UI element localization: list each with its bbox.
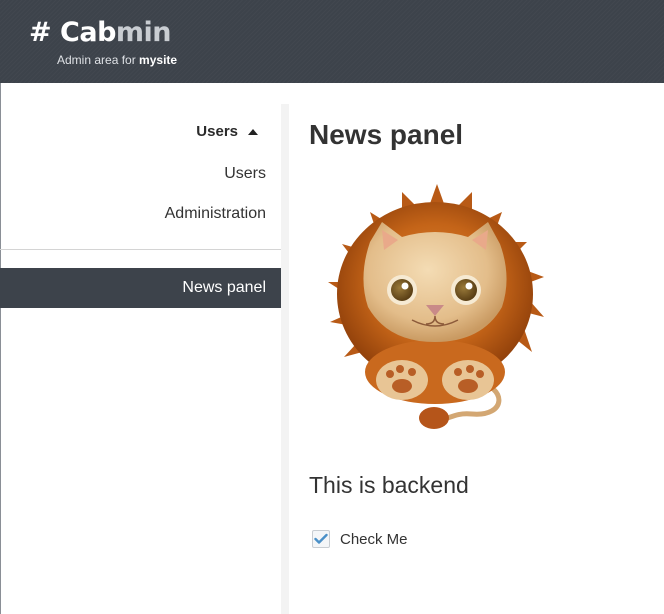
check-me-row: Check Me (312, 530, 408, 548)
sidebar-group-label: Users (196, 123, 238, 140)
top-header: # Cabmin Admin area for mysite (0, 0, 664, 83)
sidebar-item-label: News panel (182, 279, 266, 296)
sidebar-shadow (281, 104, 289, 614)
sidebar-item-users[interactable]: Users (224, 165, 266, 183)
brand-name-part2: min (115, 17, 172, 48)
caret-up-icon (248, 128, 258, 135)
site-name: mysite (139, 53, 178, 67)
sidebar-item-news-panel[interactable]: News panel (0, 268, 289, 308)
header-subtitle: Admin area for mysite (57, 53, 177, 67)
check-me-label[interactable]: Check Me (340, 531, 408, 548)
checkmark-icon (314, 533, 328, 544)
brand-logo[interactable]: # Cabmin (29, 15, 172, 51)
sidebar: Users Users Administration News panel (0, 83, 289, 614)
brand-name-part1: Cab (60, 17, 116, 48)
backend-text: This is backend (309, 472, 469, 498)
sidebar-item-administration[interactable]: Administration (165, 205, 266, 223)
check-me-checkbox[interactable] (312, 530, 330, 548)
lion-mascot-icon (328, 184, 544, 429)
sidebar-divider (0, 249, 281, 250)
sidebar-group-users[interactable]: Users (196, 123, 258, 140)
subtitle-prefix: Admin area for (57, 53, 136, 67)
brand-hash: # (29, 17, 52, 48)
page-title: News panel (309, 119, 464, 150)
